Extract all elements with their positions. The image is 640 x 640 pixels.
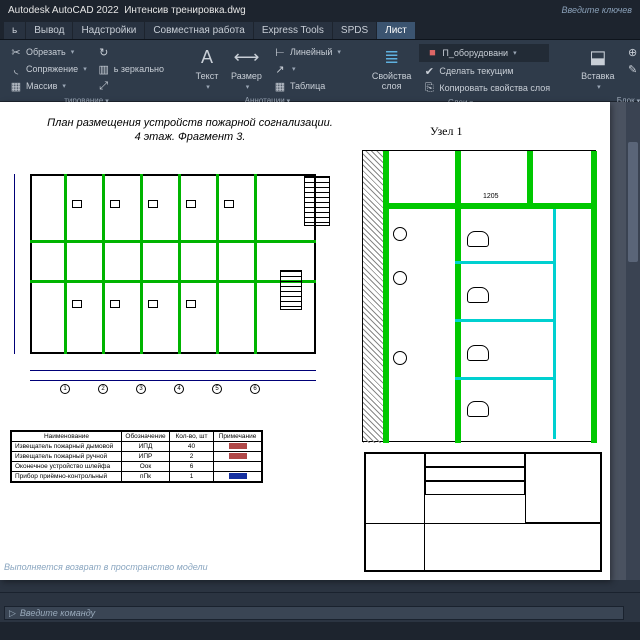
layer-dropdown[interactable]: ■П_оборудовани — [419, 44, 549, 62]
paper-space[interactable]: План размещения устройств пожарной согна… — [0, 102, 610, 580]
mirror-icon: ▥ — [97, 62, 111, 76]
layerprops-button[interactable]: ≣Свойства слоя — [368, 44, 416, 94]
tab-0[interactable]: ь — [4, 22, 25, 39]
dim-icon: ⟷ — [234, 46, 258, 70]
tab-4[interactable]: Express Tools — [254, 22, 332, 39]
fillet-button[interactable]: ◟Сопряжение — [6, 61, 90, 77]
tab-2[interactable]: Надстройки — [73, 22, 144, 39]
matchlayer-button[interactable]: ⎘Копировать свойства слоя — [419, 80, 553, 96]
status-bar[interactable] — [0, 622, 640, 640]
rotate-button[interactable]: ↻ — [94, 44, 167, 60]
edit-block-button[interactable]: ✎ — [623, 61, 640, 77]
table-icon: ▦ — [273, 79, 287, 93]
detail-title: Узел 1 — [430, 124, 463, 139]
tab-6[interactable]: Лист — [377, 22, 415, 39]
ribbon-tabs: ь Вывод Надстройки Совместная работа Exp… — [0, 20, 640, 40]
rotate-icon: ↻ — [97, 45, 111, 59]
mirror-button[interactable]: ▥ь зеркально — [94, 61, 167, 77]
dim-button[interactable]: ⟷Размер — [227, 44, 266, 94]
insert-button[interactable]: ⬓Вставка — [577, 44, 618, 94]
command-bar: Выполняется возврат в пространство модел… — [0, 592, 640, 622]
array-icon: ▦ — [9, 79, 23, 93]
drawing-area[interactable]: План размещения устройств пожарной согна… — [0, 102, 640, 580]
array-button[interactable]: ▦Массив — [6, 78, 90, 94]
trim-button[interactable]: ✂Обрезать — [6, 44, 90, 60]
makelayer-button[interactable]: ✔Сделать текущим — [419, 63, 553, 79]
layers-icon: ≣ — [380, 46, 404, 70]
legend-table: Наименование Обозначение Кол-во, шт Прим… — [10, 430, 263, 483]
make-icon: ✔ — [422, 64, 436, 78]
command-input[interactable]: ▷ Введите команду — [4, 606, 624, 620]
cmd-history: Выполняется возврат в пространство модел… — [4, 562, 208, 572]
tab-1[interactable]: Вывод — [26, 22, 72, 39]
scale-icon: ⤢ — [97, 79, 111, 93]
table-button[interactable]: ▦Таблица — [270, 78, 344, 94]
leader-button[interactable]: ↗ — [270, 61, 344, 77]
match-icon: ⎘ — [422, 81, 436, 95]
linear-button[interactable]: ⊢Линейный — [270, 44, 344, 60]
app-title: Autodesk AutoCAD 2022 — [8, 5, 119, 16]
layer-color-icon: ■ — [425, 46, 439, 60]
floor-plan: 1 2 3 4 5 6 — [12, 170, 334, 398]
file-name: Интенсив тренировка.dwg — [124, 5, 245, 16]
trim-icon: ✂ — [9, 45, 23, 59]
create-icon: ⊕ — [626, 45, 640, 59]
insert-icon: ⬓ — [586, 46, 610, 70]
detail-view: 1205 — [362, 150, 596, 442]
text-icon: A — [195, 46, 219, 70]
scale-button[interactable]: ⤢ — [94, 78, 167, 94]
scrollbar-vertical[interactable] — [626, 102, 640, 580]
scroll-thumb[interactable] — [628, 142, 638, 262]
tab-5[interactable]: SPDS — [333, 22, 376, 39]
title-block — [364, 452, 602, 572]
ribbon: ✂Обрезать ◟Сопряжение ▦Массив ↻ ▥ь зерка… — [0, 40, 640, 102]
linear-icon: ⊢ — [273, 45, 287, 59]
cmd-icon: ▷ — [9, 608, 16, 619]
create-button[interactable]: ⊕Создать — [623, 44, 640, 60]
text-button[interactable]: AТекст — [191, 44, 223, 94]
search-hint[interactable]: Введите ключев — [562, 5, 632, 15]
editblock-icon: ✎ — [626, 62, 640, 76]
fillet-icon: ◟ — [9, 62, 23, 76]
tab-3[interactable]: Совместная работа — [145, 22, 253, 39]
leader-icon: ↗ — [273, 62, 287, 76]
plan-title: План размещения устройств пожарной согна… — [40, 116, 340, 145]
